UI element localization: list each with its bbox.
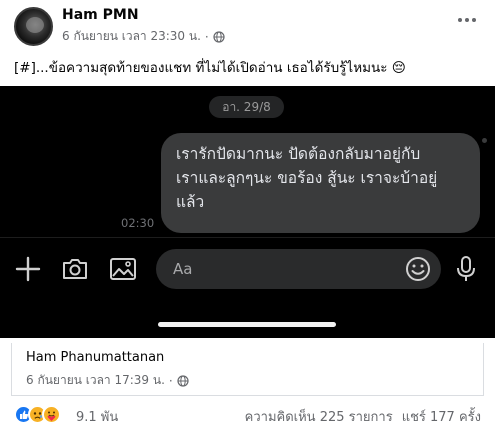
microphone-icon[interactable] — [456, 255, 476, 283]
message-line: แล้ว — [176, 193, 205, 211]
author-avatar[interactable] — [14, 7, 53, 46]
engagement-counts: ความคิดเห็น 225 รายการ แชร์ 177 ครั้ง — [245, 406, 481, 427]
globe-icon[interactable] — [213, 30, 225, 43]
globe-icon[interactable] — [177, 374, 189, 387]
read-receipt-dot — [482, 138, 487, 143]
chat-screenshot[interactable]: อา. 29/8 เรารักปัดมากนะ ปัดต้องกลับมาอยู… — [0, 86, 495, 338]
shared-timestamp[interactable]: 6 กันยายน เวลา 17:39 น. — [26, 371, 165, 390]
reaction-icons[interactable] — [14, 405, 61, 424]
post-author-name[interactable]: Ham PMN — [62, 7, 139, 23]
post-meta: 6 กันยายน เวลา 23:30 น. · — [62, 27, 225, 46]
camera-icon[interactable] — [61, 257, 89, 281]
message-bubble: เรารักปัดมากนะ ปัดต้องกลับมาอยู่กับ เราแ… — [161, 133, 480, 233]
message-time: 02:30 — [121, 216, 155, 230]
message-line: เราและลูกๆนะ ขอร้อง สู้นะ เราจะบ้าอยู่ — [176, 169, 438, 187]
chat-date-label: อา. 29/8 — [209, 96, 284, 118]
meta-separator: · — [204, 29, 209, 44]
message-line: เรารักปัดมากนะ ปัดต้องกลับมาอยู่กับ — [176, 145, 421, 163]
plus-icon[interactable] — [15, 256, 41, 282]
care-icon — [42, 405, 61, 424]
shared-author-name[interactable]: Ham Phanumattanan — [26, 350, 164, 365]
emoji-icon[interactable] — [405, 256, 431, 282]
more-horizontal-icon[interactable] — [457, 13, 477, 23]
reaction-count[interactable]: 9.1 พัน — [76, 406, 118, 427]
shared-meta: 6 กันยายน เวลา 17:39 น. · — [26, 371, 189, 390]
meta-separator: · — [168, 373, 173, 388]
post-timestamp[interactable]: 6 กันยายน เวลา 23:30 น. — [62, 27, 201, 46]
share-count[interactable]: แชร์ 177 ครั้ง — [402, 406, 481, 427]
home-indicator — [158, 322, 336, 327]
photo-icon[interactable] — [109, 257, 137, 281]
composer-divider — [0, 237, 495, 238]
shared-post-card[interactable]: Ham Phanumattanan 6 กันยายน เวลา 17:39 น… — [11, 343, 484, 396]
post-text: [#]...ข้อความสุดท้ายของแชท ที่ไม่ได้เปิด… — [14, 60, 406, 76]
message-input-placeholder: Aa — [173, 260, 193, 278]
message-input[interactable]: Aa — [156, 249, 441, 289]
comment-count[interactable]: ความคิดเห็น 225 รายการ — [245, 406, 393, 427]
